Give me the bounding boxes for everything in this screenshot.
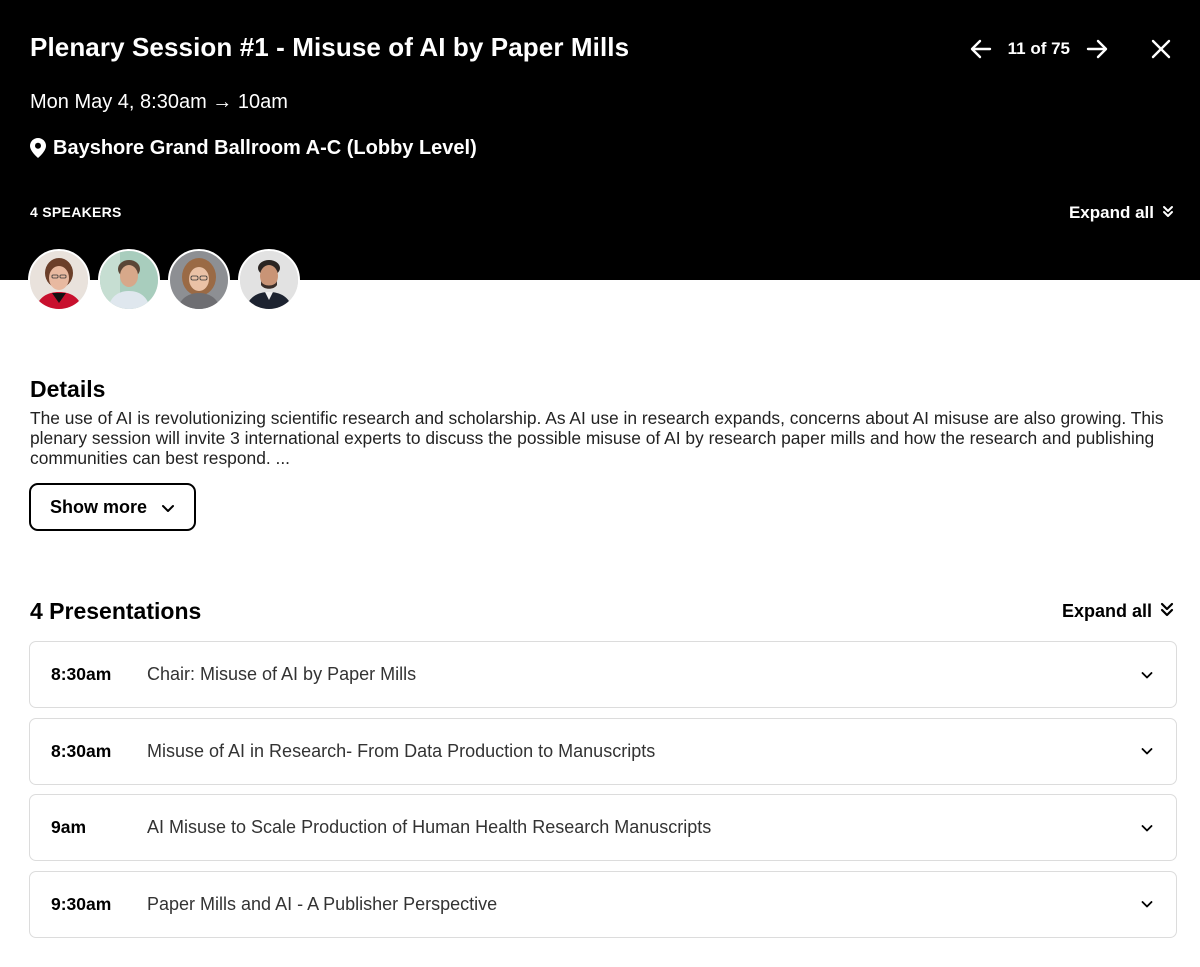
chevron-down-icon [1140,821,1154,840]
details-heading: Details [30,376,106,402]
list-item[interactable]: 8:30am Misuse of AI in Research- From Da… [29,717,1177,785]
expand-all-speakers-button[interactable]: Expand all [1069,203,1174,223]
session-title: Plenary Session #1 - Misuse of AI by Pap… [30,32,630,62]
expand-all-presentations-label: Expand all [1061,601,1152,621]
avatar[interactable] [28,249,90,311]
presentation-title: AI Misuse to Scale Production of Human H… [147,817,712,837]
presentation-time: 8:30am [51,740,112,761]
avatar[interactable] [238,249,300,311]
speakers-count: 4 SPEAKERS [30,204,122,220]
location-pin-icon [30,138,46,158]
session-navigation: 11 of 75 [968,36,1174,62]
presentation-time: 8:30am [51,664,112,684]
show-more-button[interactable]: Show more [29,483,196,531]
close-icon[interactable] [1148,36,1174,62]
location-label: Bayshore Grand Ballroom A-C (Lobby Level… [53,137,477,159]
session-location: Bayshore Grand Ballroom A-C (Lobby Level… [30,134,477,162]
presentation-title: Paper Mills and AI - A Publisher Perspec… [147,893,498,914]
presentation-time: 9am [51,817,87,837]
expand-all-speakers-label: Expand all [1068,203,1154,222]
show-more-label: Show more [49,496,147,517]
session-header: Plenary Session #1 - Misuse of AI by Pap… [0,0,1200,280]
list-item[interactable]: 9am AI Misuse to Scale Production of Hum… [29,794,1177,861]
double-chevron-down-icon [1152,601,1174,622]
chevron-down-icon [1140,897,1154,916]
presentations-heading: 4 Presentations [30,598,202,624]
chevron-down-icon [147,497,175,518]
list-item[interactable]: 9:30am Paper Mills and AI - A Publisher … [29,870,1177,938]
presentations-list: 8:30am Chair: Misuse of AI by Paper Mill… [29,641,1177,947]
avatar[interactable] [168,249,230,311]
expand-all-presentations-button[interactable]: Expand all [1062,601,1174,622]
double-chevron-down-icon [1154,203,1174,223]
chevron-down-icon [1140,744,1154,763]
presentation-title: Chair: Misuse of AI by Paper Mills [147,664,417,684]
avatar[interactable] [98,249,160,311]
presentation-title: Misuse of AI in Research- From Data Prod… [147,740,656,761]
presentation-time: 9:30am [51,893,112,914]
session-datetime: Mon May 4, 8:30am → 10am [30,91,288,113]
arrow-right-icon[interactable] [1084,36,1110,62]
details-text: The use of AI is revolutionizing scienti… [30,408,1164,468]
arrow-left-icon[interactable] [968,36,994,62]
list-item[interactable]: 8:30am Chair: Misuse of AI by Paper Mill… [29,641,1177,708]
chevron-down-icon [1140,668,1154,687]
speaker-avatars [28,249,308,311]
session-counter: 11 of 75 [1007,39,1070,58]
